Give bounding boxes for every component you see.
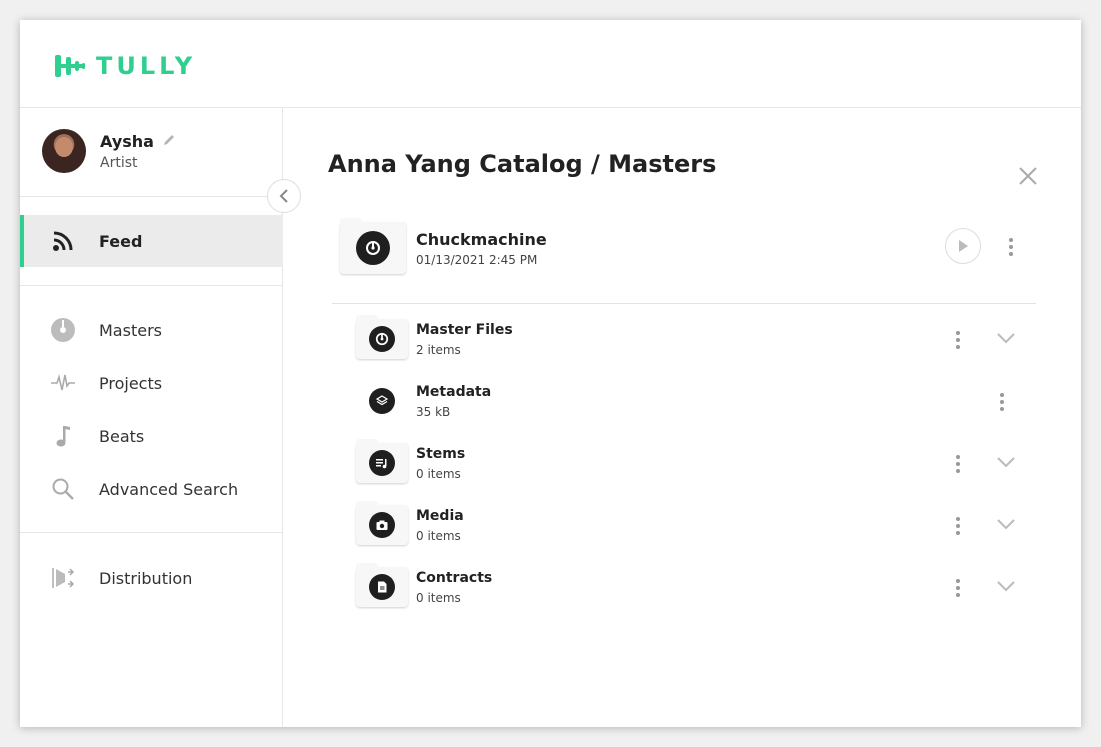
master-date: 01/13/2021 2:45 PM xyxy=(416,253,538,267)
divider xyxy=(332,303,1036,304)
chevron-down-icon[interactable] xyxy=(996,579,1016,593)
more-options-icon[interactable] xyxy=(953,453,963,475)
profile[interactable]: Aysha Artist xyxy=(42,129,176,173)
chevron-left-icon xyxy=(279,189,288,203)
main-panel: Anna Yang Catalog / Masters Chuckmachine… xyxy=(284,108,1081,727)
playlist-icon xyxy=(369,450,395,476)
chevron-down-icon[interactable] xyxy=(996,455,1016,469)
sidebar-item-label: Advanced Search xyxy=(99,479,239,499)
tully-logo-icon xyxy=(55,55,85,77)
sidebar-item-label: Masters xyxy=(99,320,162,340)
sidebar-item-masters[interactable]: Masters xyxy=(20,304,283,356)
list-item-title: Media xyxy=(416,508,464,524)
camera-icon xyxy=(369,512,395,538)
rss-icon xyxy=(50,228,76,254)
more-options-icon[interactable] xyxy=(953,577,963,599)
layers-icon xyxy=(369,388,395,414)
distribution-icon xyxy=(50,565,76,591)
sidebar-item-distribution[interactable]: Distribution xyxy=(20,552,283,604)
play-icon xyxy=(959,240,968,252)
avatar xyxy=(42,129,86,173)
divider xyxy=(20,285,283,286)
waveform-icon xyxy=(50,370,76,396)
edit-pencil-icon[interactable] xyxy=(162,132,176,151)
logo-text: TULLY xyxy=(96,52,197,80)
list-item-title: Metadata xyxy=(416,384,492,400)
app-window: TULLY Aysha Artist Feed Masters Projects… xyxy=(20,20,1081,727)
list-item-subtitle: 0 items xyxy=(416,591,461,605)
logo[interactable]: TULLY xyxy=(54,52,196,80)
divider xyxy=(20,196,283,197)
list-item-stems[interactable]: Stems 0 items xyxy=(356,439,1046,487)
more-options-icon[interactable] xyxy=(1006,236,1016,258)
list-item-metadata[interactable]: Metadata 35 kB xyxy=(356,377,1046,425)
sidebar-item-projects[interactable]: Projects xyxy=(20,357,283,409)
close-icon xyxy=(1019,167,1037,185)
folder-icon xyxy=(356,563,408,607)
profile-role: Artist xyxy=(100,155,138,171)
search-icon xyxy=(50,476,76,502)
sidebar-item-label: Distribution xyxy=(99,568,193,588)
profile-name: Aysha xyxy=(100,132,154,151)
top-bar: TULLY xyxy=(20,20,1081,108)
play-button[interactable] xyxy=(945,228,981,264)
chevron-down-icon[interactable] xyxy=(996,517,1016,531)
document-icon xyxy=(369,574,395,600)
list-item-subtitle: 35 kB xyxy=(416,405,451,419)
sidebar-item-label: Beats xyxy=(99,426,145,446)
list-item-master-files[interactable]: Master Files 2 items xyxy=(356,315,1046,363)
master-row[interactable]: Chuckmachine 01/13/2021 2:45 PM xyxy=(340,218,1040,274)
list-item-title: Master Files xyxy=(416,322,513,338)
list-item-media[interactable]: Media 0 items xyxy=(356,501,1046,549)
sidebar-item-advanced-search[interactable]: Advanced Search xyxy=(20,463,283,515)
master-title: Chuckmachine xyxy=(416,230,547,249)
folder-icon xyxy=(356,439,408,483)
more-options-icon[interactable] xyxy=(953,515,963,537)
list-item-subtitle: 0 items xyxy=(416,467,461,481)
sidebar: Aysha Artist Feed Masters Projects Beats… xyxy=(20,108,283,727)
music-note-icon xyxy=(50,423,76,449)
more-options-icon[interactable] xyxy=(997,391,1007,413)
chevron-down-icon[interactable] xyxy=(996,331,1016,345)
divider xyxy=(20,532,283,533)
disc-icon xyxy=(369,326,395,352)
disc-icon xyxy=(356,231,390,265)
sidebar-item-feed[interactable]: Feed xyxy=(20,215,283,267)
sidebar-item-label: Feed xyxy=(99,231,143,251)
more-options-icon[interactable] xyxy=(953,329,963,351)
list-item-contracts[interactable]: Contracts 0 items xyxy=(356,563,1046,611)
folder-icon xyxy=(356,315,408,359)
sidebar-item-beats[interactable]: Beats xyxy=(20,410,283,462)
list-item-title: Contracts xyxy=(416,570,493,586)
disc-icon xyxy=(50,317,76,343)
folder-icon xyxy=(356,501,408,545)
close-button[interactable] xyxy=(1017,165,1039,187)
page-title: Anna Yang Catalog / Masters xyxy=(328,150,717,178)
list-item-subtitle: 0 items xyxy=(416,529,461,543)
folder-icon xyxy=(340,218,406,274)
list-item-subtitle: 2 items xyxy=(416,343,461,357)
list-item-title: Stems xyxy=(416,446,466,462)
sidebar-item-label: Projects xyxy=(99,373,163,393)
collapse-sidebar-button[interactable] xyxy=(267,179,301,213)
